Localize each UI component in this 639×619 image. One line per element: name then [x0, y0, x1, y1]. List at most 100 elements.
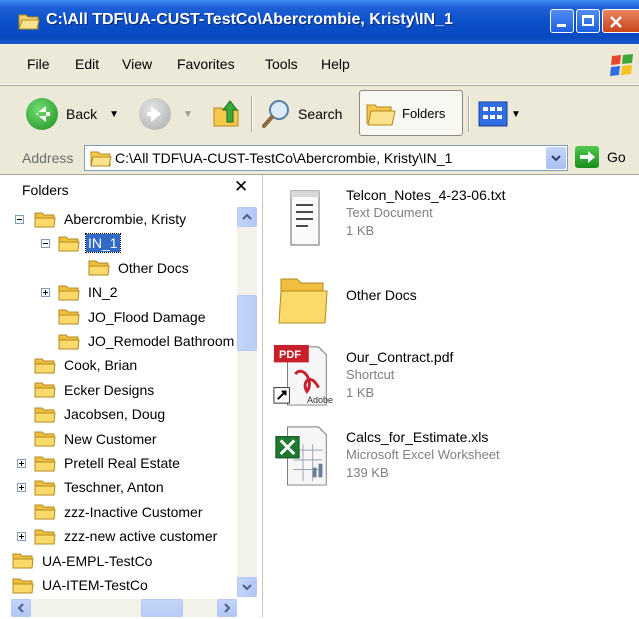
- menu-help[interactable]: Help: [321, 56, 350, 72]
- excel-worksheet-icon: [275, 426, 327, 486]
- tree-item[interactable]: IN_1: [58, 231, 121, 255]
- scroll-up-button[interactable]: [237, 207, 257, 227]
- scroll-thumb-horizontal[interactable]: [141, 599, 183, 617]
- tree-item[interactable]: Cook, Brian: [34, 353, 139, 377]
- tree-item[interactable]: JO_Remodel Bathroom: [58, 329, 236, 353]
- tree-item-label: Other Docs: [118, 259, 189, 276]
- tree-item[interactable]: JO_Flood Damage: [58, 305, 208, 329]
- address-value: C:\All TDF\UA-CUST-TestCo\Abercrombie, K…: [115, 150, 453, 166]
- folder-icon: [58, 285, 80, 301]
- folder-icon: [90, 151, 112, 167]
- tree-item[interactable]: Teschner, Anton: [34, 475, 166, 499]
- tree-item-label: IN_2: [88, 284, 118, 301]
- scroll-left-button[interactable]: [11, 599, 31, 617]
- scroll-down-button[interactable]: [237, 577, 257, 597]
- menu-bar: File Edit View Favorites Tools Help: [0, 44, 639, 85]
- search-label: Search: [298, 106, 343, 122]
- views-dropdown-icon[interactable]: ▼: [511, 109, 521, 120]
- folder-icon: [34, 358, 56, 374]
- file-name: Our_Contract.pdf: [346, 349, 454, 365]
- file-name: Calcs_for_Estimate.xls: [346, 429, 489, 445]
- tree-item-label: JO_Remodel Bathroom: [88, 333, 235, 349]
- vertical-scrollbar[interactable]: [237, 207, 257, 597]
- scroll-thumb[interactable]: [237, 295, 257, 351]
- menu-file[interactable]: File: [27, 56, 50, 72]
- file-size: 1 KB: [346, 385, 375, 400]
- close-icon: [610, 16, 622, 28]
- file-item[interactable]: Telcon_Notes_4-23-06.txt Text Document 1…: [263, 183, 639, 253]
- tree-item[interactable]: UA-ITEM-TestCo: [12, 573, 150, 595]
- forward-dropdown-icon[interactable]: ▼: [183, 109, 193, 120]
- collapse-minus-icon[interactable]: [41, 239, 50, 249]
- address-label: Address: [22, 150, 74, 166]
- close-button[interactable]: [602, 9, 639, 33]
- maximize-button[interactable]: [576, 9, 600, 33]
- tree-item[interactable]: New Customer: [34, 427, 159, 451]
- search-button[interactable]: Search: [260, 86, 342, 142]
- address-dropdown-button[interactable]: [546, 147, 566, 169]
- back-dropdown-icon[interactable]: ▼: [109, 109, 119, 120]
- file-item[interactable]: PDF Adobe Our_Contract.pdf Shortcut 1 KB: [263, 344, 639, 415]
- tree-item[interactable]: zzz-new active customer: [34, 524, 219, 548]
- tree-item-label: Teschner, Anton: [64, 479, 164, 496]
- title-bar[interactable]: C:\All TDF\UA-CUST-TestCo\Abercrombie, K…: [0, 0, 639, 44]
- folder-tree: Abercrombie, Kristy IN_1 Other Docs IN_2 JO_…: [11, 207, 236, 595]
- tree-item-label: IN_1: [85, 233, 121, 254]
- text-document-icon: [290, 190, 320, 246]
- folders-button[interactable]: Folders: [359, 90, 463, 136]
- address-bar: Address C:\All TDF\UA-CUST-TestCo\Abercr…: [0, 142, 639, 175]
- tree-item[interactable]: Other Docs: [88, 256, 191, 280]
- tree-item[interactable]: Abercrombie, Kristy: [34, 207, 188, 231]
- forward-button[interactable]: ▼: [139, 86, 193, 142]
- menu-edit[interactable]: Edit: [75, 56, 99, 72]
- maximize-icon: [582, 15, 594, 26]
- tree-item[interactable]: UA-EMPL-TestCo: [12, 549, 154, 573]
- tree-item[interactable]: Ecker Designs: [34, 378, 156, 402]
- expand-plus-icon[interactable]: [17, 459, 26, 468]
- minimize-button[interactable]: [550, 9, 574, 33]
- folder-icon: [278, 278, 328, 324]
- scroll-right-button[interactable]: [217, 599, 237, 617]
- chevron-down-icon: [242, 584, 252, 591]
- folders-pane-title: Folders: [22, 182, 69, 198]
- tree-item[interactable]: zzz-Inactive Customer: [34, 500, 204, 524]
- menu-view[interactable]: View: [122, 56, 152, 72]
- window-title: C:\All TDF\UA-CUST-TestCo\Abercrombie, K…: [46, 11, 453, 28]
- up-folder-button[interactable]: [210, 86, 242, 142]
- up-folder-icon: [213, 100, 239, 127]
- tree-item-label: Pretell Real Estate: [64, 455, 180, 471]
- file-type: Shortcut: [346, 367, 395, 382]
- expand-plus-icon[interactable]: [17, 483, 26, 493]
- menu-tools[interactable]: Tools: [265, 56, 298, 72]
- folder-icon: [58, 309, 80, 325]
- file-size: 139 KB: [346, 465, 389, 480]
- tree-item[interactable]: Jacobsen, Doug: [34, 402, 167, 426]
- address-input[interactable]: C:\All TDF\UA-CUST-TestCo\Abercrombie, K…: [84, 145, 568, 171]
- expand-plus-icon[interactable]: [17, 532, 26, 542]
- chevron-left-icon: [17, 603, 24, 613]
- tree-item-label: zzz-new active customer: [64, 528, 218, 545]
- tree-item-label: UA-EMPL-TestCo: [42, 552, 153, 569]
- horizontal-scrollbar[interactable]: [11, 599, 237, 617]
- close-pane-icon[interactable]: ✕: [234, 177, 248, 197]
- folder-icon: [18, 14, 40, 30]
- search-icon: [262, 100, 289, 128]
- tree-item-label: New Customer: [64, 430, 157, 447]
- folders-pane: Folders ✕ Abercrombie, Kristy IN_1 Other D…: [11, 175, 263, 617]
- menu-favorites[interactable]: Favorites: [177, 56, 235, 72]
- expand-plus-icon[interactable]: [41, 288, 50, 298]
- folder-icon: [12, 553, 34, 569]
- folder-icon: [34, 456, 56, 471]
- collapse-minus-icon[interactable]: [15, 215, 24, 224]
- tree-item-label: Abercrombie, Kristy: [64, 211, 187, 227]
- minimize-icon: [557, 24, 566, 27]
- folder-icon: [34, 504, 56, 520]
- go-button[interactable]: Go: [575, 146, 626, 168]
- views-button[interactable]: ▼: [478, 86, 521, 142]
- folder-icon: [58, 334, 80, 349]
- file-item[interactable]: Other Docs: [263, 265, 639, 335]
- file-item[interactable]: Calcs_for_Estimate.xls Microsoft Excel W…: [263, 425, 639, 495]
- tree-item[interactable]: IN_2: [58, 280, 120, 304]
- back-button[interactable]: Back ▼: [26, 86, 119, 142]
- tree-item[interactable]: Pretell Real Estate: [34, 451, 182, 475]
